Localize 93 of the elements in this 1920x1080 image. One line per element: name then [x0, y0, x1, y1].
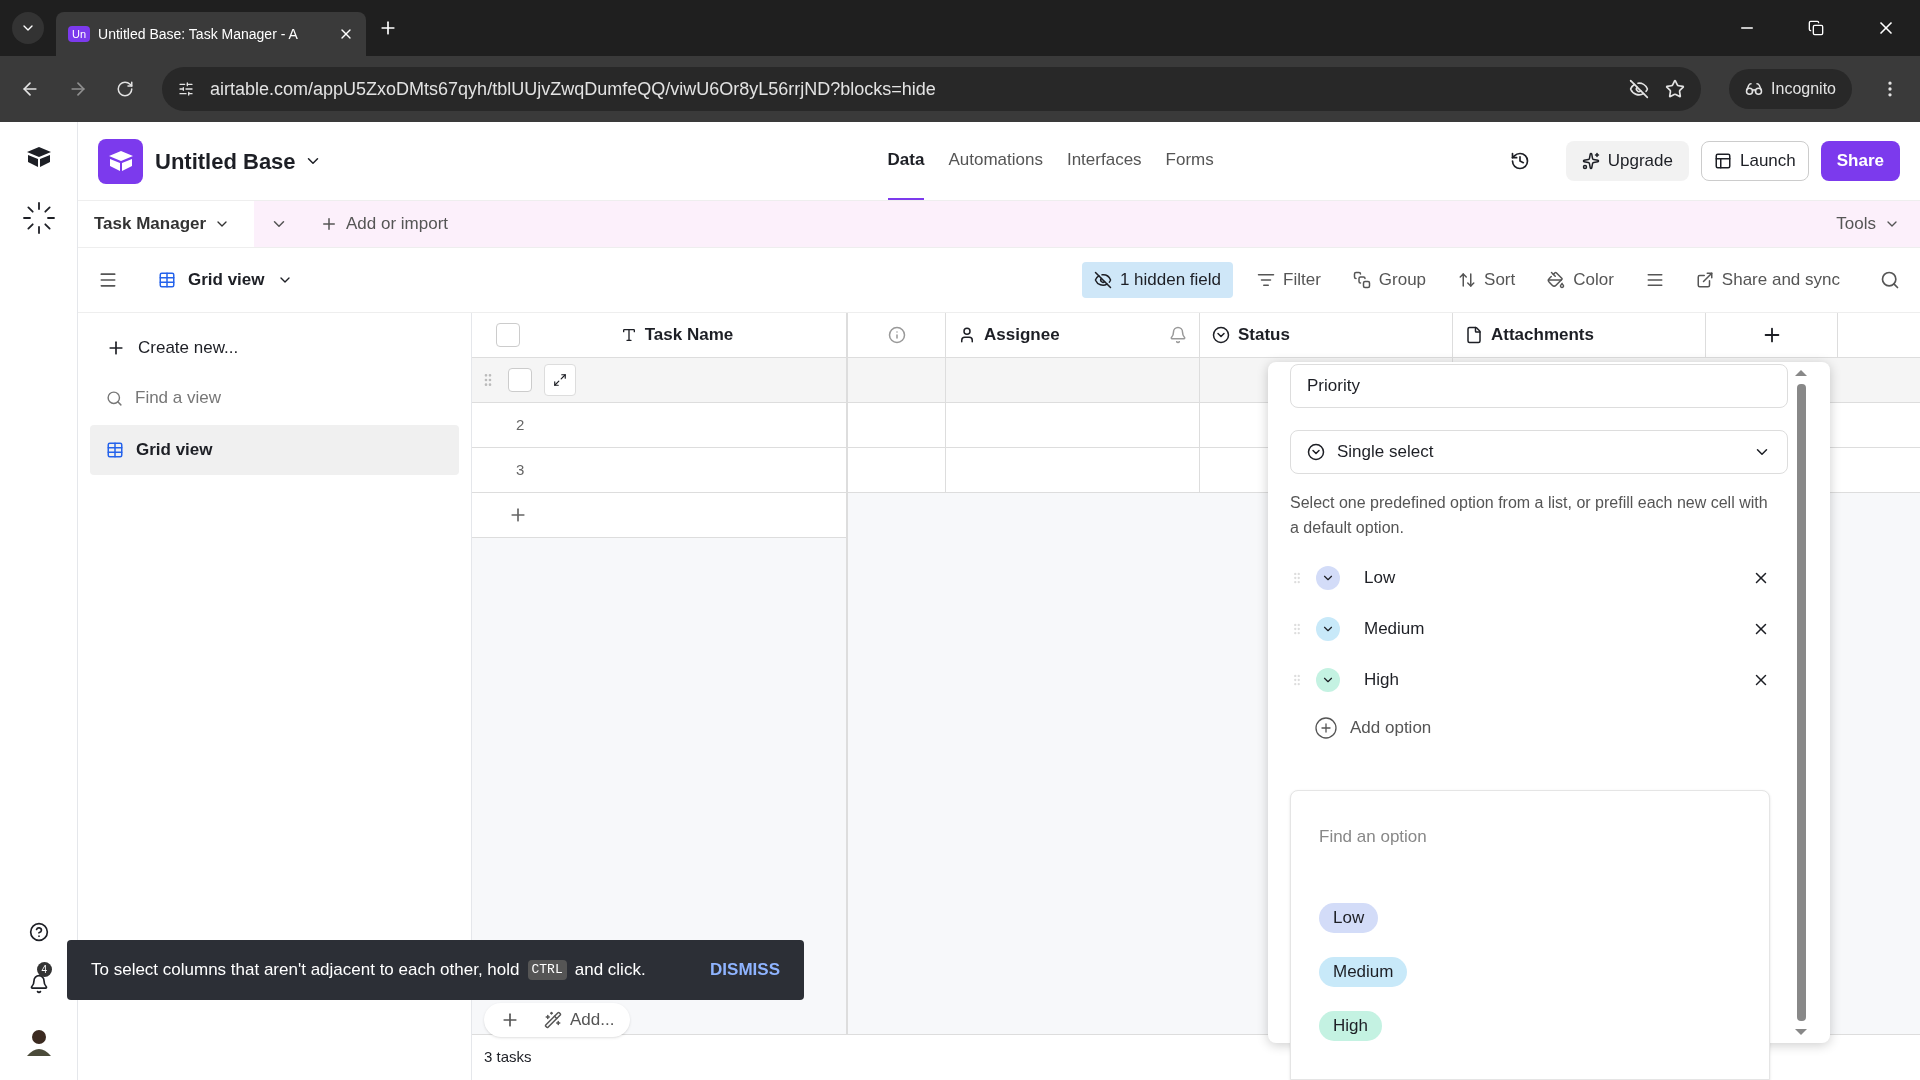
create-new-button[interactable]: Create new...: [90, 325, 459, 371]
field-type-description: Select one predefined option from a list, or prefill each new cell with a default option.: [1290, 493, 1769, 538]
field-name-input[interactable]: Priority: [1290, 364, 1788, 408]
browser-tab[interactable]: Un Untitled Base: Task Manager - A: [56, 12, 366, 56]
profile-chip[interactable]: Incognito: [1729, 69, 1852, 109]
bell-icon: [1169, 326, 1187, 344]
panel-icon: [1713, 152, 1732, 170]
logo-icon[interactable]: [25, 146, 52, 168]
plus-circle-icon: [1314, 716, 1338, 740]
toolbar-button[interactable]: Color: [1539, 262, 1622, 298]
table-tab[interactable]: Task Manager: [78, 201, 254, 247]
site-settings-icon[interactable]: [178, 81, 194, 97]
dismiss-button[interactable]: DISMISS: [710, 957, 780, 983]
expand-icon: [553, 373, 567, 387]
upgrade-button[interactable]: Upgrade: [1565, 141, 1689, 181]
row-checkbox[interactable]: [508, 368, 532, 392]
select-all-checkbox[interactable]: [496, 323, 520, 347]
file-icon: [1465, 326, 1483, 344]
share-button[interactable]: Share: [1820, 141, 1900, 181]
bookmark-icon[interactable]: [1665, 79, 1686, 99]
option-pill[interactable]: Low: [1319, 903, 1379, 933]
view-search-field[interactable]: Find a view: [135, 385, 356, 411]
filter-icon: [1257, 271, 1275, 289]
option-search-field[interactable]: Find an option: [1319, 821, 1741, 853]
share-icon: [1695, 271, 1714, 289]
notification-badge: 4: [36, 962, 53, 977]
toolbar-button[interactable]: Filter: [1249, 262, 1329, 298]
restore-icon[interactable]: [1808, 20, 1824, 36]
add-import-button[interactable]: Add or import: [320, 211, 449, 237]
search-icon[interactable]: [1880, 270, 1900, 290]
base-logo: [98, 138, 143, 184]
toolbar-button[interactable]: Sort: [1450, 262, 1524, 298]
option-label: Medium: [1364, 617, 1425, 640]
reload-icon[interactable]: [116, 80, 134, 98]
grid-icon: [158, 271, 176, 289]
column-header[interactable]: Status: [1200, 313, 1453, 357]
dropdown-circle-icon: [1307, 443, 1325, 461]
history-icon[interactable]: [1509, 151, 1530, 171]
base-name-button[interactable]: Untitled Base: [155, 144, 322, 178]
search-icon: [106, 389, 123, 407]
url-text: airtable.com/appU5ZxoDMts67qyh/tblUUjvZwqDumfeQQ/viwU6Or8yL56rrjND?blocks=hide: [210, 77, 937, 101]
grid-icon: [106, 441, 124, 459]
menu-icon[interactable]: [98, 270, 118, 290]
sort-icon: [1458, 271, 1477, 289]
eye-off-icon: [1093, 271, 1112, 289]
option-pill[interactable]: High: [1319, 1011, 1382, 1041]
glasses-icon: [1745, 80, 1764, 98]
column-header[interactable]: Attachments: [1453, 313, 1706, 357]
toolbar-button[interactable]: Share and sync: [1687, 262, 1848, 298]
column-header[interactable]: Task Name: [532, 313, 822, 357]
magic-wand-icon: [544, 1011, 562, 1029]
scroll-up-icon[interactable]: [1795, 370, 1807, 376]
toast-message: and click.: [574, 959, 646, 982]
info-icon: [887, 326, 906, 344]
view-switcher[interactable]: Grid view: [158, 267, 293, 293]
option-label: High: [1364, 668, 1399, 691]
option-label: Low: [1364, 566, 1396, 589]
toast-message: To select columns that aren't adjacent to each other, hold: [91, 959, 520, 982]
nav-tab[interactable]: Automations: [948, 122, 1043, 200]
person-icon: [958, 326, 976, 344]
notifications-icon[interactable]: [28, 974, 49, 994]
row-height-icon: [1645, 271, 1664, 289]
tools-button[interactable]: Tools: [1836, 211, 1900, 237]
option-pill[interactable]: Medium: [1319, 957, 1408, 987]
record-count: 3 tasks: [484, 1047, 532, 1068]
dropdown-circle-icon: [1212, 326, 1230, 344]
add-option-button[interactable]: Add option: [1314, 705, 1770, 751]
view-item[interactable]: Grid view: [90, 425, 459, 475]
column-header[interactable]: Assignee: [946, 313, 1200, 357]
keyboard-key: CTRL: [527, 960, 567, 980]
sparkle-icon: [1581, 152, 1600, 170]
expand-row-button[interactable]: [544, 364, 576, 396]
nav-tab[interactable]: Forms: [1165, 122, 1214, 200]
address-bar[interactable]: airtable.com/appU5ZxoDMts67qyh/tblUUjvZwqDumfeQQ/viwU6Or8yL56rrjND?blocks=hide: [162, 67, 1702, 111]
scrollbar[interactable]: [1796, 384, 1806, 1021]
text-icon: [620, 327, 637, 343]
paint-bucket-icon: [1547, 271, 1566, 289]
plus-icon: [320, 215, 338, 233]
field-type-select[interactable]: Single select: [1290, 430, 1788, 474]
toolbar-button[interactable]: Group: [1344, 262, 1435, 298]
group-icon: [1352, 271, 1371, 289]
help-icon[interactable]: [28, 922, 49, 942]
scroll-down-icon[interactable]: [1795, 1029, 1807, 1035]
tab-favicon: Un: [68, 25, 91, 43]
row-number: 2: [516, 414, 525, 435]
eye-off-icon[interactable]: [1629, 79, 1650, 99]
toolbar-button[interactable]: 1 hidden field: [1081, 262, 1233, 298]
launch-button[interactable]: Launch: [1700, 141, 1809, 181]
tab-list-button[interactable]: [12, 12, 44, 44]
row-number: 3: [516, 459, 525, 480]
tab-title: Untitled Base: Task Manager - A: [98, 24, 299, 44]
nav-tab[interactable]: Interfaces: [1066, 122, 1142, 200]
spinner-icon: [20, 200, 57, 236]
